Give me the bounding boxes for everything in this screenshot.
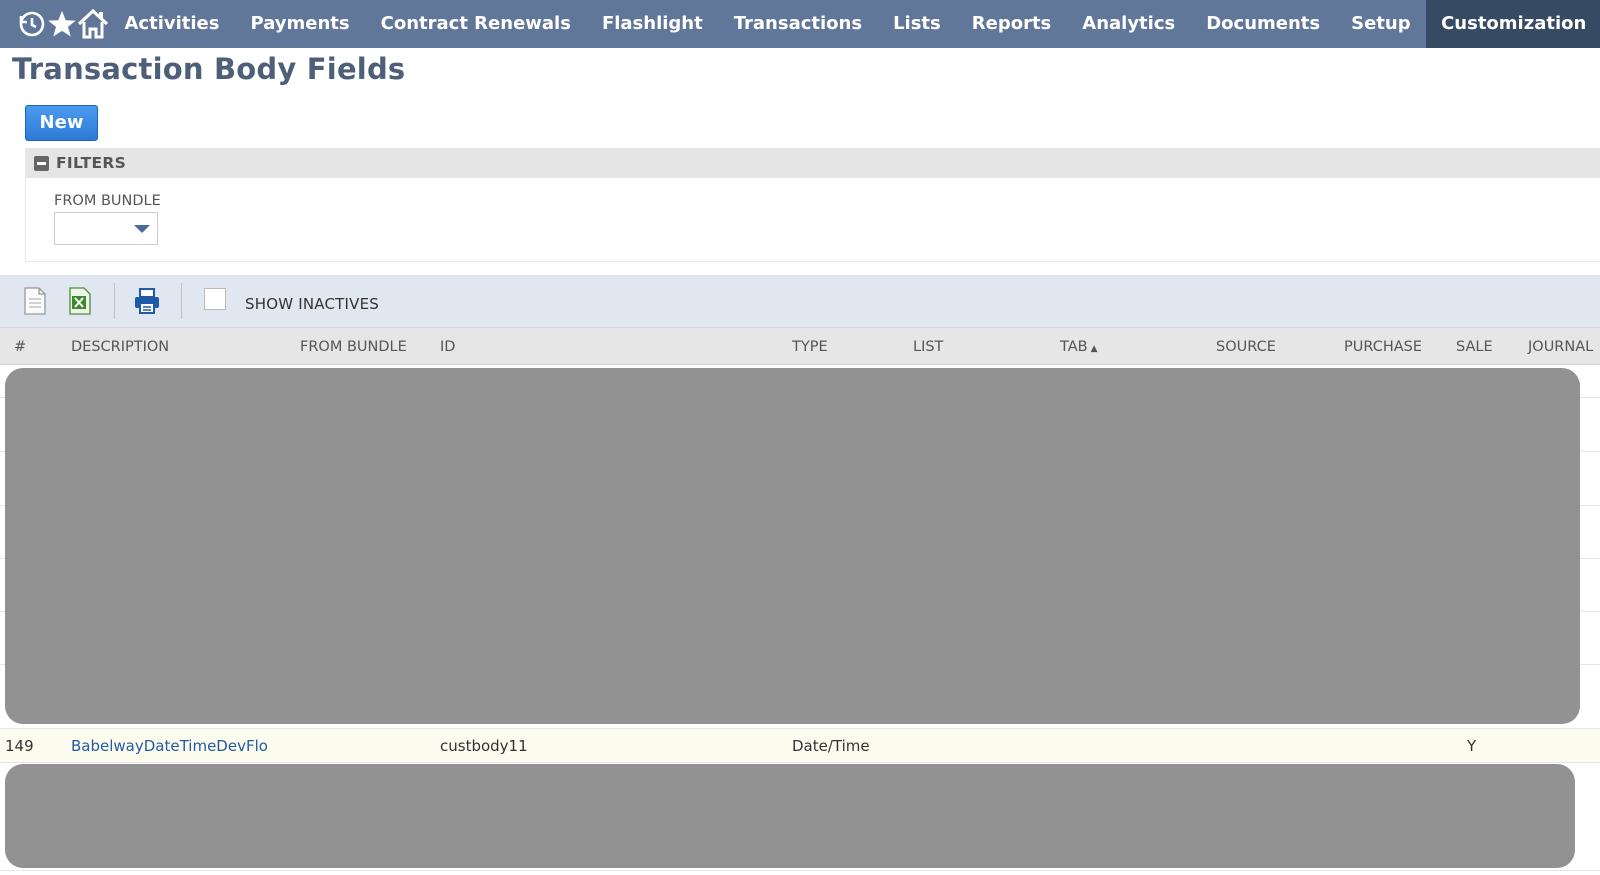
nav-payments[interactable]: Payments xyxy=(235,0,365,48)
new-button[interactable]: New xyxy=(25,105,98,141)
col-id[interactable]: ID xyxy=(440,339,455,355)
col-from-bundle[interactable]: FROM BUNDLE xyxy=(300,339,407,355)
row-divider xyxy=(0,762,1600,763)
nav-contract-renewals[interactable]: Contract Renewals xyxy=(365,0,586,48)
col-purchase[interactable]: PURCHASE xyxy=(1344,339,1422,355)
row-type: Date/Time xyxy=(792,737,870,755)
from-bundle-label: FROM BUNDLE xyxy=(54,193,161,209)
home-icon[interactable] xyxy=(77,0,109,48)
col-sale[interactable]: SALE xyxy=(1456,339,1493,355)
table-row: 149 BabelwayDateTimeDevFlo custbody11 Da… xyxy=(0,729,1600,762)
nav-reports[interactable]: Reports xyxy=(956,0,1067,48)
export-excel-icon[interactable] xyxy=(68,287,92,319)
col-description[interactable]: DESCRIPTION xyxy=(71,339,169,355)
table-header: # DESCRIPTION FROM BUNDLE ID TYPE LIST T… xyxy=(0,327,1600,365)
row-divider xyxy=(0,870,1600,871)
nav-transactions[interactable]: Transactions xyxy=(718,0,877,48)
export-csv-icon[interactable] xyxy=(23,287,47,319)
filters-title: FILTERS xyxy=(56,154,127,172)
col-tab-label: TAB xyxy=(1060,339,1088,355)
row-sale: Y xyxy=(1467,737,1477,755)
chevron-down-icon xyxy=(134,225,150,233)
nav-customization[interactable]: Customization xyxy=(1426,0,1600,48)
nav-analytics[interactable]: Analytics xyxy=(1067,0,1191,48)
from-bundle-select[interactable] xyxy=(54,212,158,245)
recent-history-icon[interactable] xyxy=(17,0,47,48)
row-description-link[interactable]: BabelwayDateTimeDevFlo xyxy=(71,737,268,755)
redacted-rows-block xyxy=(5,764,1575,868)
row-id: custbody11 xyxy=(440,737,528,755)
nav-activities[interactable]: Activities xyxy=(109,0,235,48)
collapse-minus-icon[interactable] xyxy=(34,155,49,171)
filters-header[interactable]: FILTERS xyxy=(26,148,1600,178)
show-inactives-label: SHOW INACTIVES xyxy=(245,295,379,313)
col-list[interactable]: LIST xyxy=(913,339,943,355)
redacted-rows-block xyxy=(5,368,1580,724)
nav-setup[interactable]: Setup xyxy=(1336,0,1426,48)
col-type[interactable]: TYPE xyxy=(792,339,828,355)
col-source[interactable]: SOURCE xyxy=(1216,339,1276,355)
col-number[interactable]: # xyxy=(14,339,26,355)
nav-flashlight[interactable]: Flashlight xyxy=(586,0,718,48)
list-toolbar: SHOW INACTIVES xyxy=(0,275,1600,327)
toolbar-separator xyxy=(181,283,182,319)
show-inactives-checkbox[interactable] xyxy=(204,288,226,310)
top-nav: Activities Payments Contract Renewals Fl… xyxy=(0,0,1600,48)
print-icon[interactable] xyxy=(133,287,161,319)
nav-lists[interactable]: Lists xyxy=(878,0,957,48)
nav-documents[interactable]: Documents xyxy=(1191,0,1336,48)
col-tab[interactable]: TAB ▲ xyxy=(1060,339,1098,355)
sort-ascending-icon: ▲ xyxy=(1090,344,1098,354)
page-title: Transaction Body Fields xyxy=(12,52,406,86)
row-number: 149 xyxy=(5,737,34,755)
toolbar-separator xyxy=(114,283,115,319)
col-journal[interactable]: JOURNAL xyxy=(1528,339,1593,355)
filters-panel: FILTERS FROM BUNDLE xyxy=(25,148,1600,262)
star-favorites-icon[interactable] xyxy=(47,0,77,48)
